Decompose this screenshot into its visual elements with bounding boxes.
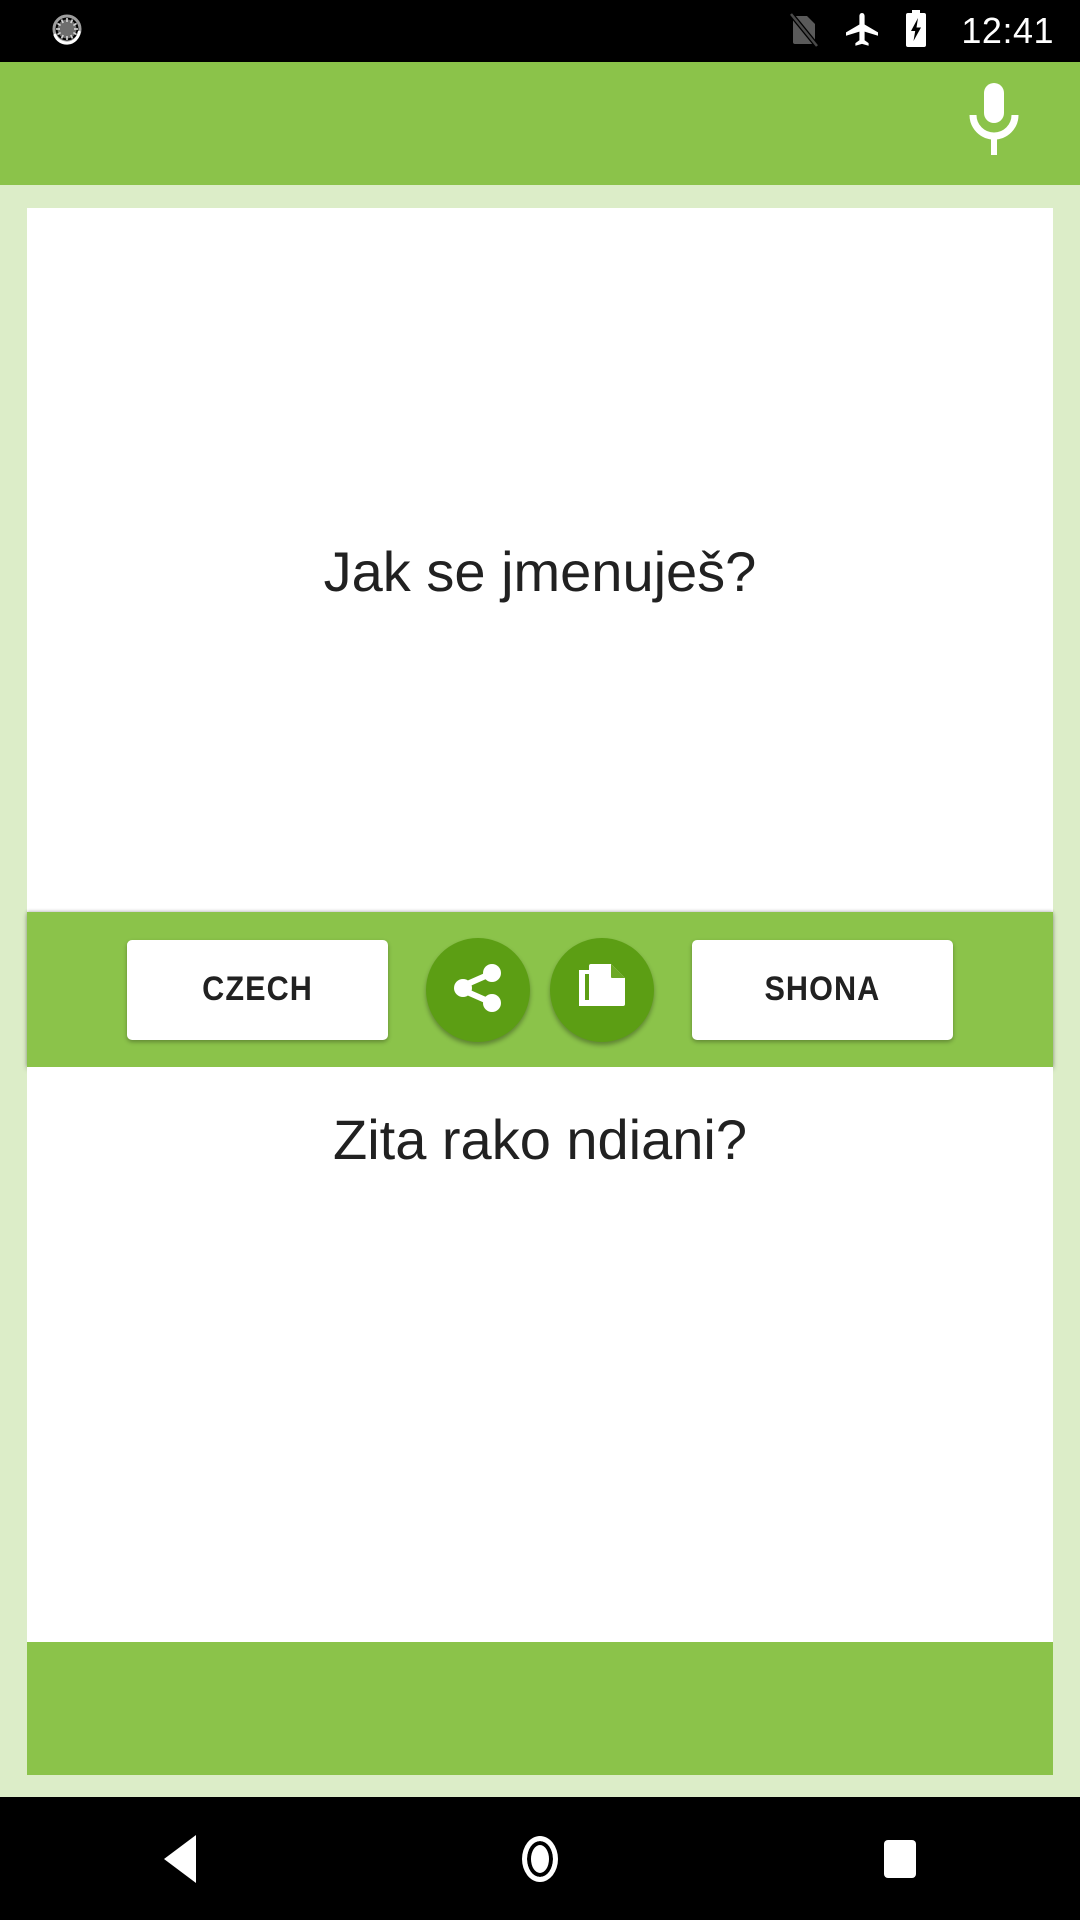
target-language-label: SHONA <box>764 970 881 1008</box>
share-button[interactable] <box>426 937 531 1042</box>
phone-screen: 12:41 Jak se jmenuješ? CZECH SHONA Zita … <box>0 0 1080 1920</box>
sync-circle-icon <box>50 12 84 51</box>
airplane-mode-icon <box>843 10 881 53</box>
source-language-button[interactable]: CZECH <box>127 939 389 1040</box>
target-text: Zita rako ndiani? <box>332 1108 747 1171</box>
android-navigation-bar <box>0 1797 1080 1920</box>
source-text-card[interactable]: Jak se jmenuješ? <box>27 208 1053 936</box>
language-action-bar: CZECH SHONA <box>27 912 1053 1067</box>
nav-home-button[interactable] <box>360 1797 720 1920</box>
source-text: Jak se jmenuješ? <box>323 540 757 603</box>
source-language-label: CZECH <box>202 970 314 1008</box>
status-bar: 12:41 <box>0 0 1080 62</box>
copy-button[interactable] <box>549 937 654 1042</box>
footer-panel <box>27 1642 1053 1775</box>
nav-back-button[interactable] <box>0 1797 360 1920</box>
microphone-icon <box>959 79 1029 168</box>
recents-icon <box>884 1839 916 1878</box>
status-bar-system-icons: 12:41 <box>787 9 1054 54</box>
home-icon <box>522 1835 558 1882</box>
translation-content: Jak se jmenuješ? CZECH SHONA Zita rako n… <box>0 185 1080 1797</box>
app-bar <box>0 62 1080 185</box>
voice-input-button[interactable] <box>946 76 1042 172</box>
battery-charging-icon <box>903 9 929 54</box>
status-bar-clock: 12:41 <box>961 10 1054 51</box>
nav-recents-button[interactable] <box>720 1797 1080 1920</box>
target-language-button[interactable]: SHONA <box>691 939 953 1040</box>
share-icon <box>451 961 505 1018</box>
target-text-card[interactable]: Zita rako ndiani? <box>27 1067 1053 1642</box>
no-sim-icon <box>787 10 821 53</box>
copy-icon <box>575 960 629 1019</box>
status-bar-notifications <box>50 12 84 51</box>
back-icon <box>164 1834 196 1883</box>
